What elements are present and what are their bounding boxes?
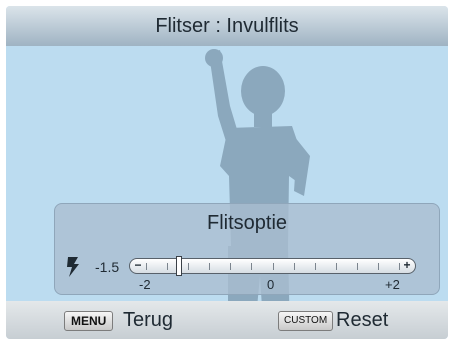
slider-tick xyxy=(272,263,274,270)
slider-tick xyxy=(377,263,379,270)
exposure-slider[interactable]: − + xyxy=(129,256,416,276)
slider-tick xyxy=(356,263,358,270)
custom-key-icon[interactable]: CUSTOM xyxy=(278,311,334,331)
current-value: -1.5 xyxy=(95,259,120,275)
slider-tick xyxy=(146,263,147,270)
panel-title: Flitsoptie xyxy=(206,212,288,234)
flash-option-panel: Flitsoptie -1.5 − + -2 0 +2 xyxy=(54,203,440,295)
scale-min-label: -2 xyxy=(139,277,151,292)
title-text: Flitser : Invulflits xyxy=(155,14,299,37)
child-silhouette xyxy=(205,49,310,339)
camera-screen: Flitser : Invulflits Flitsoptie -1.5 − +… xyxy=(6,6,448,339)
flash-icon xyxy=(67,257,79,277)
slider-tick xyxy=(167,263,169,270)
scale-max-label: +2 xyxy=(385,277,400,292)
reset-label[interactable]: Reset xyxy=(336,309,388,332)
menu-key-icon[interactable]: MENU xyxy=(64,311,114,331)
slider-handle[interactable] xyxy=(175,256,182,276)
slider-tick xyxy=(399,263,400,270)
slider-tick xyxy=(251,263,253,270)
slider-tick xyxy=(230,263,232,270)
decrease-button[interactable]: − xyxy=(133,259,143,271)
back-label[interactable]: Terug xyxy=(123,309,173,332)
slider-tick xyxy=(335,263,337,270)
slider-tick xyxy=(293,263,295,270)
screen-title: Flitser : Invulflits xyxy=(6,6,448,46)
slider-tick xyxy=(209,263,211,270)
bottom-bar: MENU Terug CUSTOM Reset xyxy=(6,301,448,339)
increase-button[interactable]: + xyxy=(402,259,412,271)
scale-mid-label: 0 xyxy=(267,277,275,292)
slider-tick xyxy=(314,263,316,270)
slider-tick xyxy=(188,263,190,270)
